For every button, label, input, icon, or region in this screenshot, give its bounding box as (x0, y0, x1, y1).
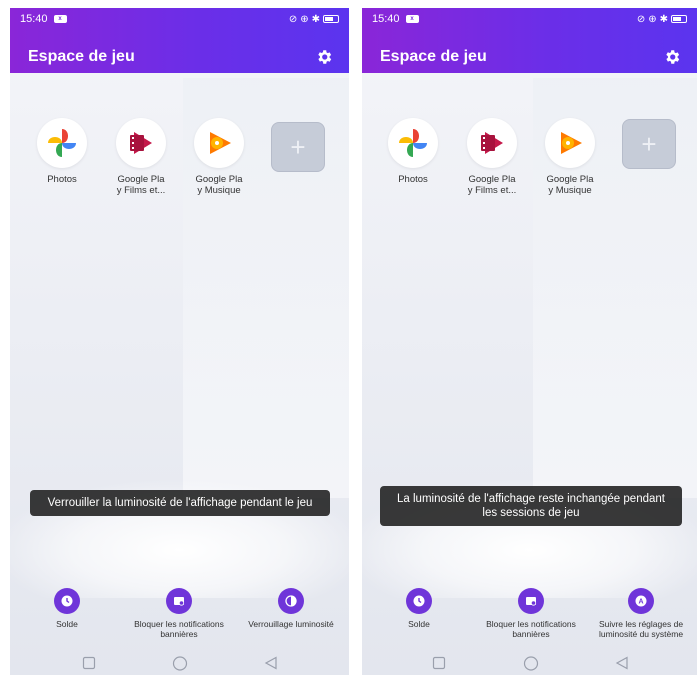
battery-icon (323, 15, 339, 23)
navigation-bar (10, 653, 349, 675)
notification-block-icon (166, 588, 192, 614)
home-icon[interactable] (172, 656, 188, 672)
alarm-icon: ⊕ (300, 13, 309, 25)
add-game-button[interactable]: + (271, 122, 325, 172)
clock-icon (406, 588, 432, 614)
status-bar: 15:40 x ⊘ ⊕ ✱ (10, 8, 349, 30)
game-controls: Solde Bloquer les notifications bannière… (10, 588, 349, 648)
back-icon[interactable] (615, 656, 629, 670)
brightness-lock-control[interactable]: Verrouillage luminosité (236, 588, 346, 629)
status-icons: ⊘ ⊕ ✱ (637, 14, 687, 25)
game-controls: Solde Bloquer les notifications bannière… (362, 588, 697, 648)
toast-message: La luminosité de l'affichage reste incha… (380, 486, 682, 526)
svg-text:A: A (638, 599, 643, 606)
photos-app[interactable]: Photos (26, 118, 98, 185)
home-icon[interactable] (523, 656, 539, 672)
notification-icon: x (53, 15, 67, 23)
play-music-app[interactable]: Google Pla y Musique (183, 118, 255, 196)
control-label: Solde (56, 619, 78, 629)
gear-icon[interactable] (663, 48, 681, 66)
notification-icon: x (405, 15, 419, 23)
app-label: Google Pla y Musique (195, 174, 243, 196)
navigation-bar (362, 653, 697, 675)
brightness-icon (278, 588, 304, 614)
google-photos-icon (388, 118, 438, 168)
control-label: Suivre les réglages de luminosité du sys… (598, 619, 684, 639)
toast-message: Verrouiller la luminosité de l'affichage… (30, 490, 330, 516)
control-label: Bloquer les notifications bannières (486, 619, 576, 639)
status-icons: ⊘ ⊕ ✱ (289, 14, 339, 25)
page-title: Espace de jeu (28, 48, 135, 65)
balance-control[interactable]: Solde (364, 588, 474, 629)
google-photos-icon (37, 118, 87, 168)
block-notifications-control[interactable]: Bloquer les notifications bannières (124, 588, 234, 639)
play-films-app[interactable]: Google Pla y Films et... (105, 118, 177, 196)
alarm-icon: ⊕ (648, 13, 657, 25)
app-label: Google Pla y Films et... (116, 174, 166, 196)
phone-screen-right: 15:40 x ⊘ ⊕ ✱ Espace de jeu Photos Googl… (362, 8, 697, 675)
battery-icon (671, 15, 687, 23)
status-time: 15:40 (20, 13, 48, 25)
vibrate-icon: ⊘ (636, 13, 646, 25)
bluetooth-icon: ✱ (659, 13, 668, 25)
recents-icon[interactable] (82, 656, 96, 670)
page-title: Espace de jeu (380, 48, 487, 65)
app-label: Photos (47, 174, 77, 185)
play-films-app[interactable]: Google Pla y Films et... (456, 118, 528, 196)
balance-control[interactable]: Solde (12, 588, 122, 629)
game-apps-list: Photos Google Pla y Films et... Google P… (10, 118, 349, 218)
google-play-films-icon (467, 118, 517, 168)
control-label: Bloquer les notifications bannières (134, 619, 224, 639)
add-game-button[interactable]: + (622, 119, 676, 169)
follow-system-brightness-control[interactable]: A Suivre les réglages de luminosité du s… (586, 588, 696, 639)
block-notifications-control[interactable]: Bloquer les notifications bannières (476, 588, 586, 639)
control-label: Verrouillage luminosité (248, 619, 334, 629)
bluetooth-icon: ✱ (311, 13, 320, 25)
google-play-films-icon (116, 118, 166, 168)
recents-icon[interactable] (432, 656, 446, 670)
play-music-app[interactable]: Google Pla y Musique (534, 118, 606, 196)
game-apps-list: Photos Google Pla y Films et... Google P… (362, 118, 697, 218)
status-time: 15:40 (372, 13, 400, 25)
phone-screen-left: 15:40 x ⊘ ⊕ ✱ Espace de jeu Photos Googl… (10, 8, 349, 675)
clock-icon (54, 588, 80, 614)
app-label: Google Pla y Musique (546, 174, 594, 196)
app-bar: 15:40 x ⊘ ⊕ ✱ Espace de jeu (10, 8, 349, 73)
vibrate-icon: ⊘ (288, 13, 298, 25)
gear-icon[interactable] (315, 48, 333, 66)
back-icon[interactable] (264, 656, 278, 670)
app-label: Photos (398, 174, 428, 185)
status-bar: 15:40 x ⊘ ⊕ ✱ (362, 8, 697, 30)
photos-app[interactable]: Photos (377, 118, 449, 185)
google-play-music-icon (194, 118, 244, 168)
control-label: Solde (408, 619, 430, 629)
app-bar: 15:40 x ⊘ ⊕ ✱ Espace de jeu (362, 8, 697, 73)
app-label: Google Pla y Films et... (467, 174, 517, 196)
notification-block-icon (518, 588, 544, 614)
google-play-music-icon (545, 118, 595, 168)
auto-brightness-icon: A (628, 588, 654, 614)
